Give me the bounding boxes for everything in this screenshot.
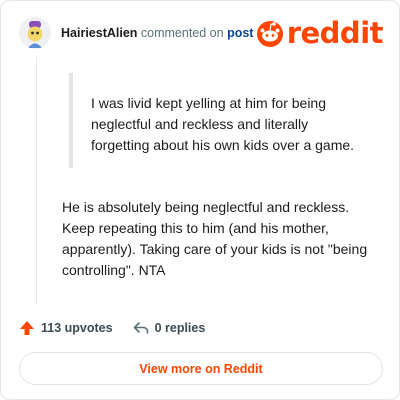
reply-icon bbox=[133, 322, 148, 334]
reddit-logo[interactable]: reddit bbox=[255, 15, 384, 51]
commented-on-text: commented on bbox=[140, 26, 224, 40]
upvote-button[interactable]: 113 upvotes bbox=[19, 320, 113, 336]
avatar[interactable] bbox=[19, 17, 51, 49]
username-link[interactable]: HairiestAlien bbox=[61, 26, 137, 40]
quoted-text: I was livid kept yelling at him for bein… bbox=[69, 73, 369, 168]
post-link[interactable]: post bbox=[227, 26, 253, 40]
reply-count: 0 replies bbox=[154, 321, 206, 335]
view-more-button[interactable]: View more on Reddit bbox=[19, 352, 383, 385]
reddit-comment-embed: HairiestAlien commented on post reddit I… bbox=[0, 0, 400, 400]
byline: HairiestAlien commented on post bbox=[61, 25, 253, 41]
reddit-wordmark: reddit bbox=[286, 16, 384, 50]
reply-button[interactable]: 0 replies bbox=[133, 320, 206, 336]
upvote-arrow-icon bbox=[20, 321, 34, 335]
thread-line bbox=[36, 57, 37, 305]
comment-body: He is absolutely being neglectful and re… bbox=[62, 199, 368, 278]
upvote-count: 113 upvotes bbox=[41, 321, 113, 335]
comment-header: HairiestAlien commented on post reddit bbox=[19, 15, 385, 55]
comment-actions: 113 upvotes 0 replies bbox=[19, 318, 225, 338]
avatar-icon bbox=[19, 17, 51, 49]
reddit-snoo-icon bbox=[256, 21, 283, 47]
